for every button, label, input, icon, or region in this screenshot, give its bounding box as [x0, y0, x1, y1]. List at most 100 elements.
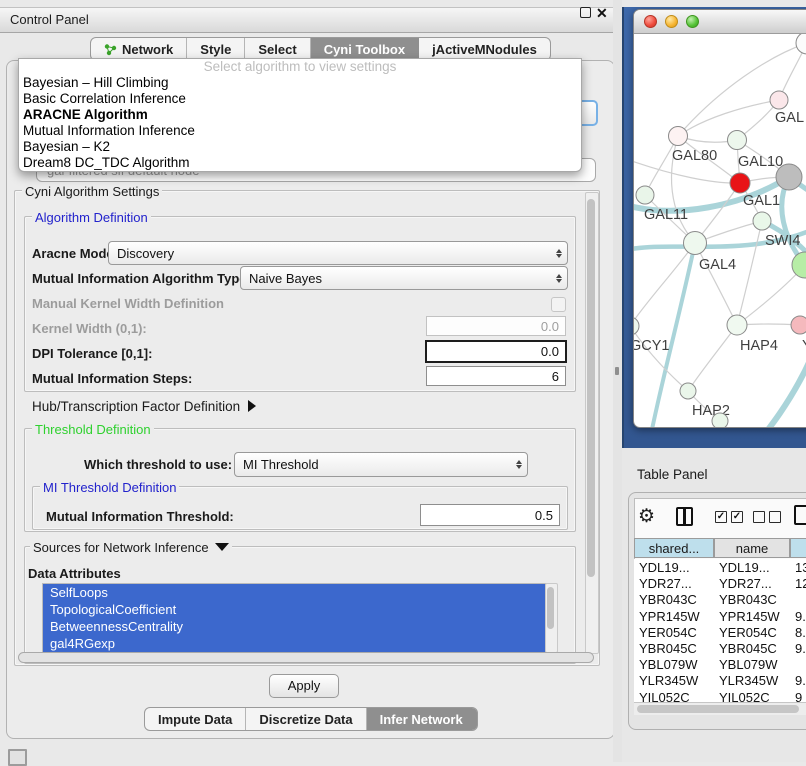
column-header-a[interactable]: A: [790, 538, 806, 558]
manual-kernel-checkbox[interactable]: [551, 297, 566, 312]
tab-discretize-data[interactable]: Discretize Data: [246, 708, 366, 730]
network-node[interactable]: [796, 34, 806, 54]
apply-button[interactable]: Apply: [269, 674, 339, 698]
table-cell: YBR045C: [719, 641, 777, 656]
scrollbar-thumb[interactable]: [547, 587, 554, 629]
tab-impute-data[interactable]: Impute Data: [145, 708, 246, 730]
column-header-name[interactable]: name: [714, 538, 790, 558]
network-edge[interactable]: [645, 136, 678, 195]
mi-threshold-field[interactable]: 0.5: [420, 504, 560, 526]
minimize-traffic-light-icon[interactable]: [665, 15, 678, 28]
network-edge[interactable]: [688, 325, 737, 391]
attribute-item-betweennesscentrality[interactable]: BetweennessCentrality: [43, 618, 546, 635]
dock-panel-icon[interactable]: [8, 749, 27, 766]
dropdown-item-basic-correlation-inference[interactable]: Basic Correlation Inference: [19, 91, 581, 107]
table-horizontal-scrollbar[interactable]: [634, 702, 806, 715]
network-edge[interactable]: [678, 100, 779, 136]
checked-checkbox-icon[interactable]: ✓: [731, 511, 743, 523]
settings-vertical-scrollbar[interactable]: [585, 192, 599, 654]
tab-select[interactable]: Select: [245, 38, 310, 60]
dropdown-item-bayesian-k2[interactable]: Bayesian – K2: [19, 139, 581, 155]
network-edge[interactable]: [737, 265, 805, 325]
table-row[interactable]: YBR045CYBR045C9.: [634, 640, 806, 656]
network-edge[interactable]: [644, 243, 695, 428]
document-icon[interactable]: [794, 505, 806, 525]
table-row[interactable]: YLR345WYLR345W9.: [634, 672, 806, 688]
network-node-y[interactable]: [791, 316, 806, 334]
table-row[interactable]: YIL052CYIL052C9: [634, 689, 806, 703]
close-icon[interactable]: ✕: [596, 5, 608, 22]
table-cell: YDR27...: [719, 576, 772, 591]
network-edge[interactable]: [695, 243, 737, 325]
table-row[interactable]: YPR145WYPR145W9.: [634, 608, 806, 624]
aracne-mode-select[interactable]: Discovery: [108, 241, 568, 265]
network-node-gal80[interactable]: [669, 127, 688, 146]
table-row[interactable]: YER054CYER054C8.: [634, 624, 806, 640]
node-label-gal11: GAL11: [644, 207, 688, 223]
dropdown-item-aracne-algorithm[interactable]: ARACNE Algorithm: [19, 107, 581, 123]
dropdown-item-bayesian-hill-climbing[interactable]: Bayesian – Hill Climbing: [19, 75, 581, 91]
table-header-row: shared...nameA: [634, 538, 806, 559]
network-node-hap2[interactable]: [680, 383, 696, 399]
network-edge[interactable]: [737, 221, 762, 325]
table-cell: YIL052C: [719, 690, 770, 703]
network-node[interactable]: [776, 164, 802, 190]
attribute-item-gal4rgexp[interactable]: gal4RGexp: [43, 635, 546, 652]
dropdown-item-mutual-information-inference[interactable]: Mutual Information Inference: [19, 123, 581, 139]
network-node-gal10[interactable]: [728, 131, 747, 150]
mi-steps-field[interactable]: 6: [426, 366, 566, 386]
tab-network[interactable]: Network: [91, 38, 187, 60]
mi-threshold-label: Mutual Information Threshold:: [46, 509, 234, 524]
table-row[interactable]: YBR043CYBR043C: [634, 591, 806, 607]
panel-splitter[interactable]: [613, 0, 622, 762]
table-row[interactable]: YDL19...YDL19...13: [634, 559, 806, 575]
chevron-down-icon: [215, 543, 229, 551]
scrollbar-thumb[interactable]: [587, 199, 595, 577]
tab-style[interactable]: Style: [187, 38, 245, 60]
which-threshold-select[interactable]: MI Threshold: [234, 452, 528, 477]
network-node-gal4[interactable]: [684, 232, 707, 255]
scrollbar-thumb[interactable]: [18, 652, 594, 663]
network-node-hap4[interactable]: [727, 315, 747, 335]
network-node-gal11[interactable]: [636, 186, 654, 204]
splitter-handle-icon[interactable]: [615, 367, 619, 375]
network-edge[interactable]: [782, 177, 805, 265]
attributes-list-scrollbar[interactable]: [545, 583, 558, 653]
zoom-traffic-light-icon[interactable]: [686, 15, 699, 28]
tab-cyni-toolbox[interactable]: Cyni Toolbox: [311, 38, 419, 60]
attribute-item-topologicalcoefficient[interactable]: TopologicalCoefficient: [43, 601, 546, 618]
scrollbar-thumb[interactable]: [637, 705, 799, 713]
table-row[interactable]: YDR27...YDR27...12: [634, 575, 806, 591]
dpi-tolerance-field[interactable]: 0.0: [425, 340, 567, 363]
stepper-icon: [511, 460, 527, 469]
kernel-width-field[interactable]: 0.0: [426, 316, 566, 336]
column-header-shared[interactable]: shared...: [634, 538, 714, 558]
network-node-swi4[interactable]: [753, 212, 771, 230]
hub-definition-toggle[interactable]: Hub/Transcription Factor Definition: [32, 399, 256, 414]
float-window-icon[interactable]: [580, 7, 591, 18]
unchecked-checkbox-icon[interactable]: [769, 511, 781, 523]
table-cell: YDL19...: [639, 560, 690, 575]
network-edge[interactable]: [729, 356, 806, 428]
network-node[interactable]: [712, 413, 728, 428]
table-row[interactable]: YBL079WYBL079W: [634, 656, 806, 672]
tab-infer-network[interactable]: Infer Network: [367, 708, 477, 730]
close-traffic-light-icon[interactable]: [644, 15, 657, 28]
network-node-gcy1[interactable]: [634, 317, 639, 335]
tab-jactivemnodules[interactable]: jActiveMNodules: [419, 38, 550, 60]
algorithm-dropdown-list: Select algorithm to view settings Bayesi…: [18, 58, 582, 172]
gear-icon[interactable]: ⚙: [638, 505, 655, 528]
dropdown-item-dream8-dc-tdc-algorithm[interactable]: Dream8 DC_TDC Algorithm: [19, 155, 581, 171]
network-node-gal[interactable]: [770, 91, 788, 109]
attribute-item-selfloops[interactable]: SelfLoops: [43, 584, 546, 601]
mi-type-select[interactable]: Naive Bayes: [240, 266, 568, 290]
network-node-gal1[interactable]: [730, 173, 750, 193]
sources-group-title[interactable]: Sources for Network Inference: [30, 540, 232, 555]
network-canvas[interactable]: GALGAL80GAL10GAL1GAL11SWI4GAL4GCY1HAP4YH…: [634, 34, 806, 428]
column-layout-icon[interactable]: [676, 507, 693, 526]
settings-horizontal-scrollbar[interactable]: [16, 651, 596, 664]
checked-checkbox-icon[interactable]: ✓: [715, 511, 727, 523]
unchecked-checkbox-icon[interactable]: [753, 511, 765, 523]
network-window-titlebar[interactable]: [634, 10, 806, 34]
network-node[interactable]: [792, 252, 806, 278]
